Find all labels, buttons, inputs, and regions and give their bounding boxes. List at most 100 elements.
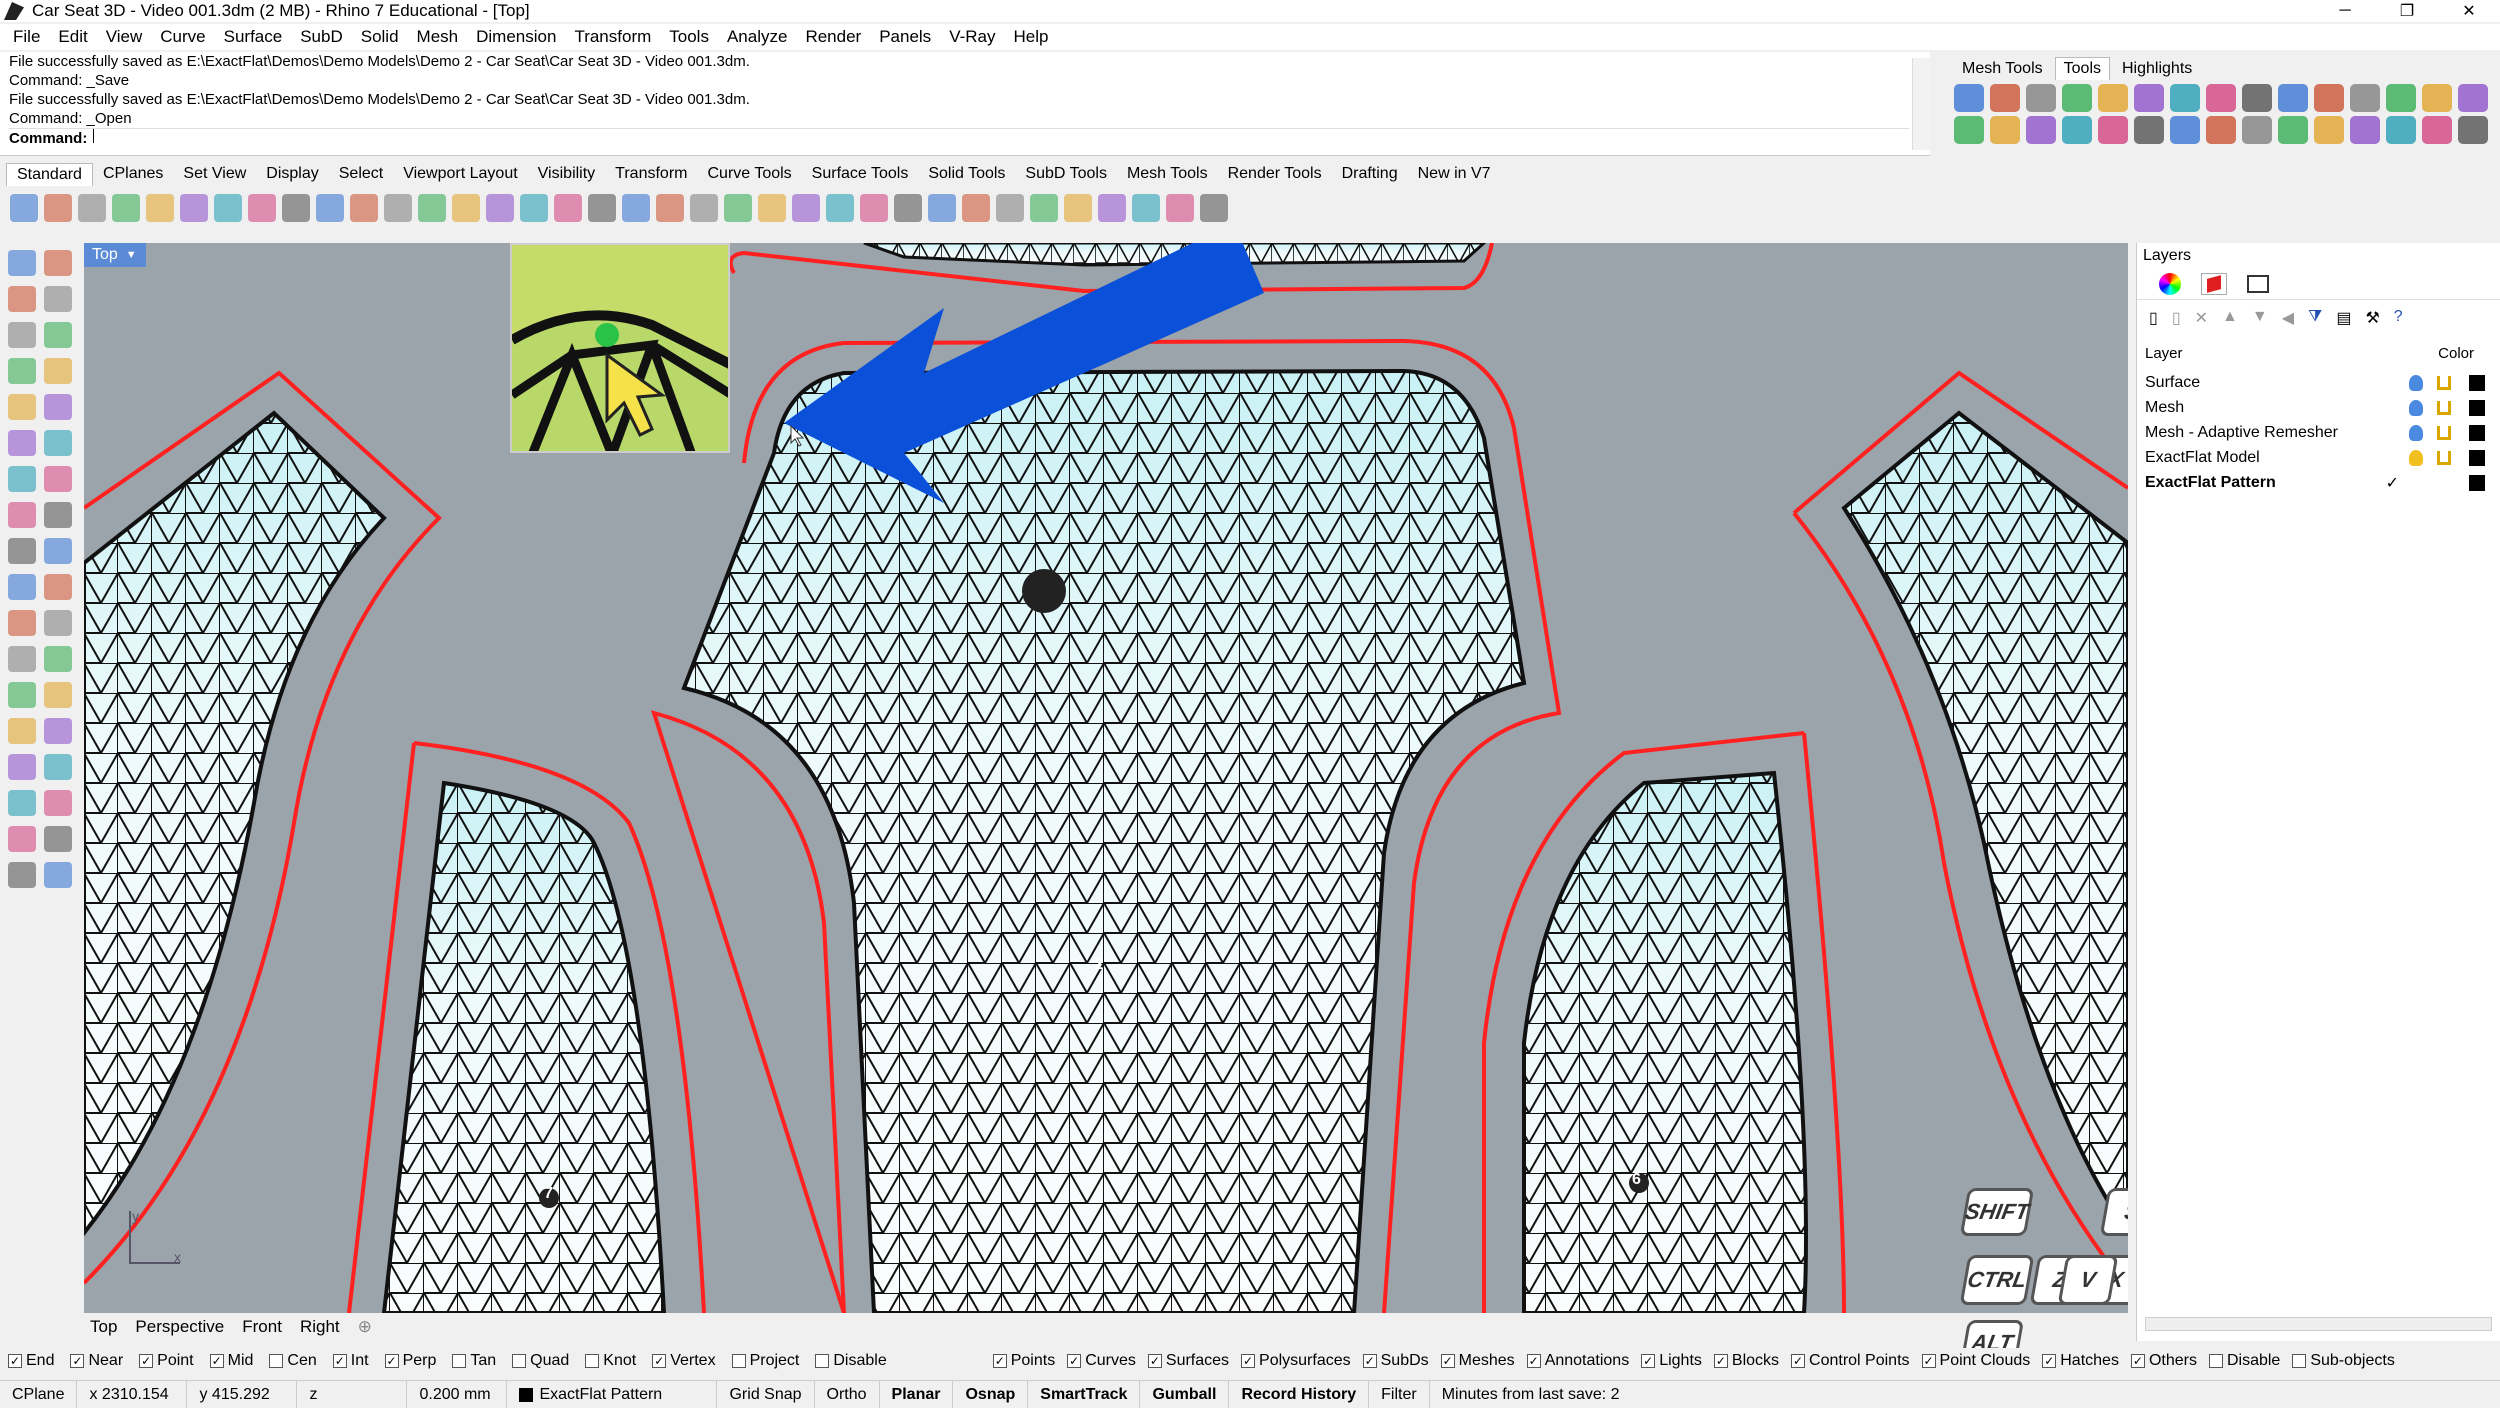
left-tool-icon[interactable] (44, 466, 72, 492)
tab-tools[interactable]: Tools (2054, 57, 2110, 80)
move-up-icon[interactable]: ▲ (2222, 308, 2238, 328)
checkbox[interactable]: ✓ (1526, 1354, 1541, 1368)
maximize-button[interactable]: ❐ (2376, 0, 2438, 22)
toolbar-icon[interactable] (996, 194, 1024, 222)
osnap-vertex[interactable]: ✓ Vertex (652, 1352, 716, 1370)
lock-icon[interactable] (2437, 451, 2451, 465)
left-tool-icon[interactable] (44, 322, 72, 348)
filter-hatches[interactable]: ✓ Hatches (2042, 1352, 2119, 1370)
status-toggle-osnap[interactable]: Osnap (953, 1381, 1029, 1408)
filter-blocks[interactable]: ✓ Blocks (1713, 1352, 1779, 1370)
left-tool-icon[interactable] (8, 502, 36, 528)
tool-icon[interactable] (2026, 116, 2056, 144)
checkbox[interactable]: ✓ (8, 1354, 22, 1368)
tool-icon[interactable] (2314, 116, 2344, 144)
filter-surfaces[interactable]: ✓ Surfaces (1147, 1352, 1229, 1370)
left-tool-icon[interactable] (44, 754, 72, 780)
tool-icon[interactable] (2386, 84, 2416, 112)
toolbar-icon[interactable] (316, 194, 344, 222)
layer-color-swatch[interactable] (2469, 400, 2485, 416)
left-tool-icon[interactable] (44, 430, 72, 456)
menu-tools[interactable]: Tools (660, 27, 718, 47)
left-tool-icon[interactable] (44, 610, 72, 636)
filter-disable[interactable]: Disable (2208, 1352, 2280, 1370)
menu-v-ray[interactable]: V-Ray (940, 27, 1004, 47)
viewport-tab-right[interactable]: Right (294, 1317, 346, 1337)
toolbar-icon[interactable] (248, 194, 276, 222)
left-tool-icon[interactable] (44, 682, 72, 708)
checkbox[interactable]: ✓ (2130, 1354, 2145, 1368)
left-tool-icon[interactable] (8, 646, 36, 672)
toolbar-icon[interactable] (10, 194, 38, 222)
osnap-mid[interactable]: ✓ Mid (209, 1352, 253, 1370)
toolbar-icon[interactable] (282, 194, 310, 222)
left-tool-icon[interactable] (8, 682, 36, 708)
tab-new-in-v7[interactable]: New in V7 (1408, 163, 1501, 185)
pattern-piece-6[interactable] (1482, 731, 1846, 1313)
tool-icon[interactable] (2350, 116, 2380, 144)
checkbox[interactable]: ✓ (70, 1354, 85, 1368)
toolbar-icon[interactable] (1132, 194, 1160, 222)
filter-curves[interactable]: ✓ Curves (1067, 1352, 1136, 1370)
tool-icon[interactable] (2026, 84, 2056, 112)
checkbox[interactable]: ✓ (1713, 1354, 1728, 1368)
layer-row[interactable]: Surface (2145, 371, 2495, 395)
checkbox[interactable]: ✓ (384, 1354, 399, 1368)
toolbar-icon[interactable] (690, 194, 718, 222)
filter-icon[interactable]: ⧩ (2308, 308, 2322, 328)
filter-control-points[interactable]: ✓ Control Points (1791, 1352, 1910, 1370)
filter-meshes[interactable]: ✓ Meshes (1440, 1352, 1515, 1370)
layer-row[interactable]: ExactFlat Model (2145, 446, 2495, 470)
layer-color-swatch[interactable] (2469, 375, 2485, 391)
pattern-piece-right[interactable] (1792, 370, 2128, 1290)
left-tool-icon[interactable] (8, 250, 36, 276)
toolbar-icon[interactable] (112, 194, 140, 222)
left-tool-icon[interactable] (44, 286, 72, 312)
pattern-piece-left[interactable] (84, 370, 442, 1285)
menu-subd[interactable]: SubD (291, 27, 352, 47)
tool-icon[interactable] (2062, 116, 2092, 144)
tab-cplanes[interactable]: CPlanes (93, 163, 173, 185)
new-layer-icon[interactable]: ▯ (2149, 308, 2158, 328)
minimize-button[interactable]: ─ (2314, 0, 2376, 22)
filter-point-clouds[interactable]: ✓ Point Clouds (1921, 1352, 2030, 1370)
toolbar-icon[interactable] (384, 194, 412, 222)
tools-icon[interactable]: ⚒ (2365, 308, 2379, 328)
toolbar-icon[interactable] (622, 194, 650, 222)
osnap-int[interactable]: ✓ Int (332, 1352, 369, 1370)
tab-mesh-tools[interactable]: Mesh Tools (1117, 163, 1218, 185)
left-tool-icon[interactable] (8, 610, 36, 636)
tool-icon[interactable] (2458, 116, 2488, 144)
tool-icon[interactable] (2458, 84, 2488, 112)
close-button[interactable]: ✕ (2438, 0, 2500, 22)
filter-polysurfaces[interactable]: ✓ Polysurfaces (1241, 1352, 1351, 1370)
checkbox[interactable]: ✓ (1147, 1354, 1162, 1368)
lock-icon[interactable] (2437, 376, 2451, 390)
tab-solid-tools[interactable]: Solid Tools (918, 163, 1015, 185)
status-toggle-filter[interactable]: Filter (1369, 1381, 1430, 1408)
toolbar-icon[interactable] (860, 194, 888, 222)
history-scrollbar[interactable] (1912, 58, 1930, 150)
filter-points[interactable]: ✓ Points (992, 1352, 1055, 1370)
pattern-piece-7[interactable] (347, 741, 706, 1313)
tool-icon[interactable] (2170, 116, 2200, 144)
toolbar-icon[interactable] (724, 194, 752, 222)
tab-set-view[interactable]: Set View (173, 163, 256, 185)
status-toggle-smarttrack[interactable]: SmartTrack (1028, 1381, 1141, 1408)
help-icon[interactable]: ? (2394, 308, 2403, 328)
menu-curve[interactable]: Curve (151, 27, 214, 47)
chevron-down-icon[interactable]: ▼ (126, 249, 137, 261)
toolbar-icon[interactable] (214, 194, 242, 222)
toolbar-icon[interactable] (826, 194, 854, 222)
tool-icon[interactable] (2170, 84, 2200, 112)
checkbox[interactable]: ✓ (1440, 1354, 1455, 1368)
lock-icon[interactable] (2437, 426, 2451, 440)
tab-curve-tools[interactable]: Curve Tools (697, 163, 801, 185)
osnap-knot[interactable]: Knot (585, 1352, 636, 1370)
tool-icon[interactable] (2134, 116, 2164, 144)
tab-select[interactable]: Select (329, 163, 393, 185)
pattern-piece-2[interactable] (650, 338, 1562, 1313)
left-tool-icon[interactable] (8, 538, 36, 564)
current-layer[interactable]: ExactFlat Pattern (507, 1381, 718, 1408)
checkbox[interactable] (2208, 1354, 2223, 1368)
